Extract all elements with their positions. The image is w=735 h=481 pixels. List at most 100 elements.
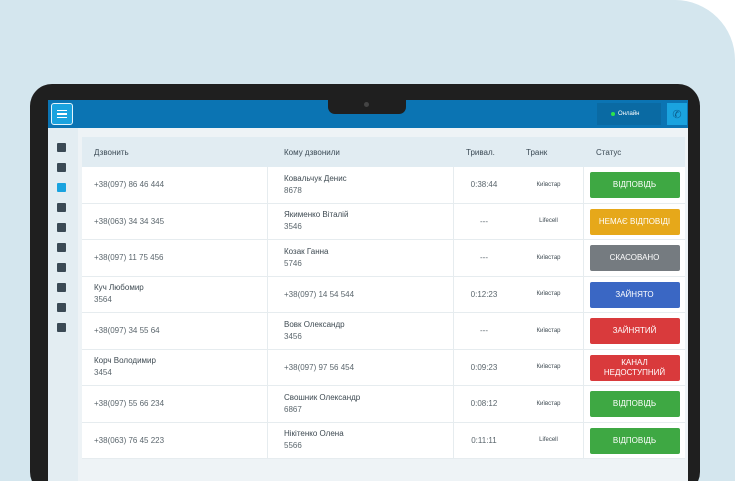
table-header: Дзвонить Кому дзвонили Тривал. Транк Ста… (82, 137, 685, 167)
header-status[interactable]: Статус (584, 148, 685, 157)
callee-extension: 3456 (284, 331, 302, 341)
caller-cell: +38(097) 34 55 64 (82, 313, 267, 349)
status-badge[interactable]: ВІДПОВІДЬ (589, 427, 680, 454)
caller-phone-number: +38(063) 34 34 345 (94, 216, 165, 226)
contact-card-icon[interactable] (57, 263, 66, 272)
callee-name: Козак Ганна (284, 246, 329, 256)
caller-cell: Корч Володимир 3454 (82, 350, 267, 386)
settings-icon[interactable] (57, 283, 66, 292)
document-icon[interactable] (57, 203, 66, 212)
duration-cell: 0:11:11 (471, 435, 497, 445)
callee-name: Якименко Віталій (284, 210, 349, 220)
status-cell: СКАСОВАНО (584, 240, 685, 276)
extensions-icon[interactable] (57, 323, 66, 332)
table-row[interactable]: +38(063) 34 34 345 Якименко Віталій 3546 --… (82, 203, 685, 240)
callee-cell: Свошник Олександр 6867 (267, 386, 454, 422)
caller-cell: +38(063) 34 34 345 (82, 204, 267, 240)
trunk-cell: Київстар (514, 240, 584, 276)
duration-cell: 0:09:23 (470, 362, 498, 372)
online-status[interactable]: Онлайн (597, 103, 661, 125)
callee-cell: Ковальчук Денис 8678 (267, 167, 454, 203)
app-screen: Онлайн ✆ Дзвонить Кому дзвонили Тривал. … (48, 100, 688, 481)
duration-cell: 0:12:23 (470, 289, 498, 299)
caller-phone-number: +38(097) 86 46 444 (94, 180, 165, 190)
status-badge[interactable]: ЗАЙНЯТИЙ (589, 318, 680, 344)
table-row[interactable]: +38(097) 86 46 444 Ковальчук Денис 8678 0:3… (82, 167, 685, 204)
status-cell: ВІДПОВІДЬ (584, 423, 685, 459)
caller-name: Корч Володимир (94, 356, 156, 366)
callee-name: Ковальчук Денис (284, 173, 347, 183)
table-row[interactable]: Куч Любомир 3564 +38(097) 14 54 544 0:12:23… (82, 276, 685, 313)
caller-phone-number: +38(097) 55 66 234 (94, 399, 165, 409)
caller-cell: +38(097) 55 66 234 (82, 386, 267, 422)
chat-icon[interactable] (57, 143, 66, 152)
calls-icon[interactable] (57, 183, 66, 192)
callee-cell: +38(097) 97 56 454 (267, 349, 454, 385)
table-row[interactable]: +38(063) 76 45 223 Нікітенко Олена 5566 0:1… (82, 422, 685, 459)
status-badge[interactable]: ВІДПОВІДЬ (589, 172, 680, 198)
status-badge[interactable]: ВІДПОВІДЬ (589, 391, 680, 417)
caller-phone-number: +38(063) 76 45 223 (94, 435, 165, 445)
callee-cell: Нікітенко Олена 5566 (267, 422, 454, 458)
phone-icon[interactable]: ✆ (667, 103, 687, 125)
callee-cell: Козак Ганна 5746 (267, 240, 454, 276)
header-caller[interactable]: Дзвонить (82, 148, 267, 157)
users-icon[interactable] (57, 223, 66, 232)
calls-table: Дзвонить Кому дзвонили Тривал. Транк Ста… (82, 137, 685, 459)
table-row[interactable]: +38(097) 34 55 64 Вовк Олександр 3456 --- Ки… (82, 313, 685, 350)
status-badge[interactable]: НЕМАЄ ВІДПОВІДІ (589, 208, 680, 235)
caller-extension: 3564 (94, 295, 112, 305)
callee-extension: 5746 (284, 258, 302, 268)
caller-name: Куч Любомир (94, 283, 144, 293)
callee-phone-number: +38(097) 97 56 454 (284, 362, 355, 372)
status-badge[interactable]: СКАСОВАНО (589, 245, 680, 271)
caller-cell: Куч Любомир 3564 (82, 277, 267, 313)
duration-cell: --- (480, 253, 488, 263)
dashboard-icon[interactable] (57, 163, 66, 172)
duration-cell: --- (480, 216, 488, 226)
trunk-cell: Київстар (514, 167, 584, 203)
header-trunk[interactable]: Транк (514, 148, 584, 157)
sidebar (48, 128, 78, 481)
status-cell: ВІДПОВІДЬ (584, 386, 685, 422)
caller-cell: +38(097) 86 46 444 (82, 167, 267, 203)
callee-extension: 3546 (284, 222, 302, 232)
caller-cell: +38(063) 76 45 223 (82, 423, 267, 459)
status-cell: ЗАЙНЯТИЙ (584, 313, 685, 349)
callee-cell: +38(097) 14 54 544 (267, 276, 454, 312)
callee-phone-number: +38(097) 14 54 544 (284, 289, 355, 299)
callee-extension: 8678 (284, 185, 302, 195)
header-callee[interactable]: Кому дзвонили (267, 148, 454, 157)
table-body: +38(097) 86 46 444 Ковальчук Денис 8678 0:3… (82, 167, 685, 459)
hamburger-menu-icon[interactable] (51, 103, 73, 125)
caller-phone-number: +38(097) 11 75 456 (94, 253, 164, 263)
caller-phone-number: +38(097) 34 55 64 (94, 326, 160, 336)
duration-cell: 0:38:44 (470, 180, 498, 190)
table-row[interactable]: +38(097) 55 66 234 Свошник Олександр 6867 0… (82, 386, 685, 423)
table-row[interactable]: Корч Володимир 3454 +38(097) 97 56 454 0:09… (82, 349, 685, 386)
callee-cell: Вовк Олександр 3456 (267, 313, 454, 349)
monitor-icon[interactable] (57, 303, 66, 312)
status-cell: КАНАЛ НЕДОСТУПНИЙ (584, 350, 685, 386)
callee-extension: 6867 (284, 404, 302, 414)
camera-icon (364, 102, 369, 107)
header-duration[interactable]: Тривал. (454, 148, 514, 157)
status-cell: НЕМАЄ ВІДПОВІДІ (584, 204, 685, 240)
duration-cell: 0:08:12 (470, 399, 498, 409)
status-badge[interactable]: ЗАЙНЯТО (589, 281, 680, 308)
duration-cell: --- (480, 326, 488, 336)
caller-extension: 3454 (94, 368, 112, 378)
status-badge[interactable]: КАНАЛ НЕДОСТУПНИЙ (589, 354, 680, 381)
status-cell: ЗАЙНЯТО (584, 277, 685, 313)
table-row[interactable]: +38(097) 11 75 456 Козак Ганна 5746 --- Київ… (82, 240, 685, 277)
top-bar: Онлайн ✆ (48, 100, 688, 128)
trunk-cell: Lifecell (514, 422, 584, 458)
trunk-cell: Київстар (514, 349, 584, 385)
caller-cell: +38(097) 11 75 456 (82, 240, 267, 276)
callee-name: Вовк Олександр (284, 319, 345, 329)
camera-notch (328, 100, 406, 114)
callee-name: Свошник Олександр (284, 392, 361, 402)
lock-icon[interactable] (57, 243, 66, 252)
online-label: Онлайн (618, 111, 640, 117)
status-cell: ВІДПОВІДЬ (584, 167, 685, 203)
